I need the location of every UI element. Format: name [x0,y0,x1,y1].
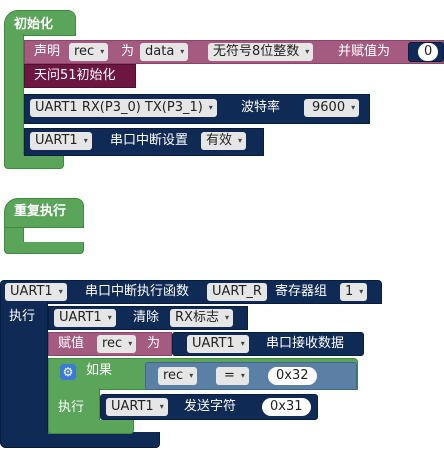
isr-label: 串口中断执行函数 [85,284,190,299]
clear-flag-dropdown[interactable]: RX标志 ▾ [170,309,233,327]
interrupt-state-dropdown[interactable]: 有效 ▾ [201,132,247,150]
chevron-down-icon: ▾ [208,103,213,112]
assign-var-dropdown[interactable]: rec ▾ [97,335,137,353]
chevron-down-icon: ▾ [128,339,133,348]
assign-label: 赋值 [58,336,85,351]
isr-reggroup-dropdown[interactable]: 1 ▾ [340,283,368,301]
chevron-down-icon: ▾ [305,47,310,56]
chevron-down-icon: ▾ [100,47,105,56]
chevron-down-icon: ▾ [359,287,364,296]
if-bottom [48,420,134,434]
gear-icon[interactable]: ⚙ [60,364,76,380]
chevron-down-icon: ▾ [351,103,356,112]
declare-assign-label: 并赋值为 [338,44,391,59]
chevron-down-icon: ▾ [240,371,245,380]
declare-as-label: 为 [121,44,135,59]
chevron-down-icon: ▾ [189,371,194,380]
recv-port-dropdown[interactable]: UART1 ▾ [187,335,249,353]
init-bottom [4,155,64,169]
baud-label: 波特率 [241,100,281,115]
isr-port-dropdown[interactable]: UART1 ▾ [5,283,67,301]
recv-label: 串口接收数据 [266,336,345,351]
chevron-down-icon: ▾ [83,136,88,145]
declare-label: 声明 [34,44,61,59]
uart-port-dropdown[interactable]: UART1 RX(P3_0) TX(P3_1) ▾ [30,99,217,117]
baud-dropdown[interactable]: 9600 ▾ [304,99,360,117]
isr-reggroup-label: 寄存器组 [275,284,328,299]
chevron-down-icon: ▾ [107,313,112,322]
chevron-down-icon: ▾ [238,136,243,145]
if-label: 如果 [86,363,113,378]
assign-as-label: 为 [147,336,161,351]
init-frame [4,34,24,166]
declare-type-dropdown[interactable]: 无符号8位整数 ▾ [208,43,314,61]
interrupt-port-dropdown[interactable]: UART1 ▾ [30,132,92,150]
chevron-down-icon: ▾ [180,47,185,56]
send-port-dropdown[interactable]: UART1 ▾ [106,398,168,416]
isr-reg-field[interactable]: UART_R [207,283,267,301]
declare-var-dropdown[interactable]: rec ▾ [69,43,109,61]
loop-hat-label: 重复执行 [14,204,67,219]
declare-value-input[interactable]: 0 [418,43,439,61]
if-op-dropdown[interactable]: = ▾ [216,367,249,385]
if-exec-label: 执行 [58,400,85,415]
chevron-down-icon: ▾ [240,339,245,348]
init-hat-label: 初始化 [14,17,54,32]
if-value-input[interactable]: 0x32 [268,367,317,385]
declare-scope-dropdown[interactable]: data ▾ [140,43,189,61]
clear-port-dropdown[interactable]: UART1 ▾ [54,309,116,327]
send-label: 发送字符 [184,399,237,414]
if-var-dropdown[interactable]: rec ▾ [158,367,198,385]
loop-bottom [4,242,84,254]
send-value-input[interactable]: 0x31 [262,398,311,416]
tianwen-init-label: 天问51初始化 [34,68,116,83]
chevron-down-icon: ▾ [159,402,164,411]
chevron-down-icon: ▾ [224,313,229,322]
isr-bottom [0,432,160,448]
chevron-down-icon: ▾ [58,287,63,296]
interrupt-label: 串口中断设置 [110,133,189,148]
clear-label: 清除 [133,310,160,325]
isr-exec-label: 执行 [9,309,36,324]
loop-slot-top [4,222,84,228]
